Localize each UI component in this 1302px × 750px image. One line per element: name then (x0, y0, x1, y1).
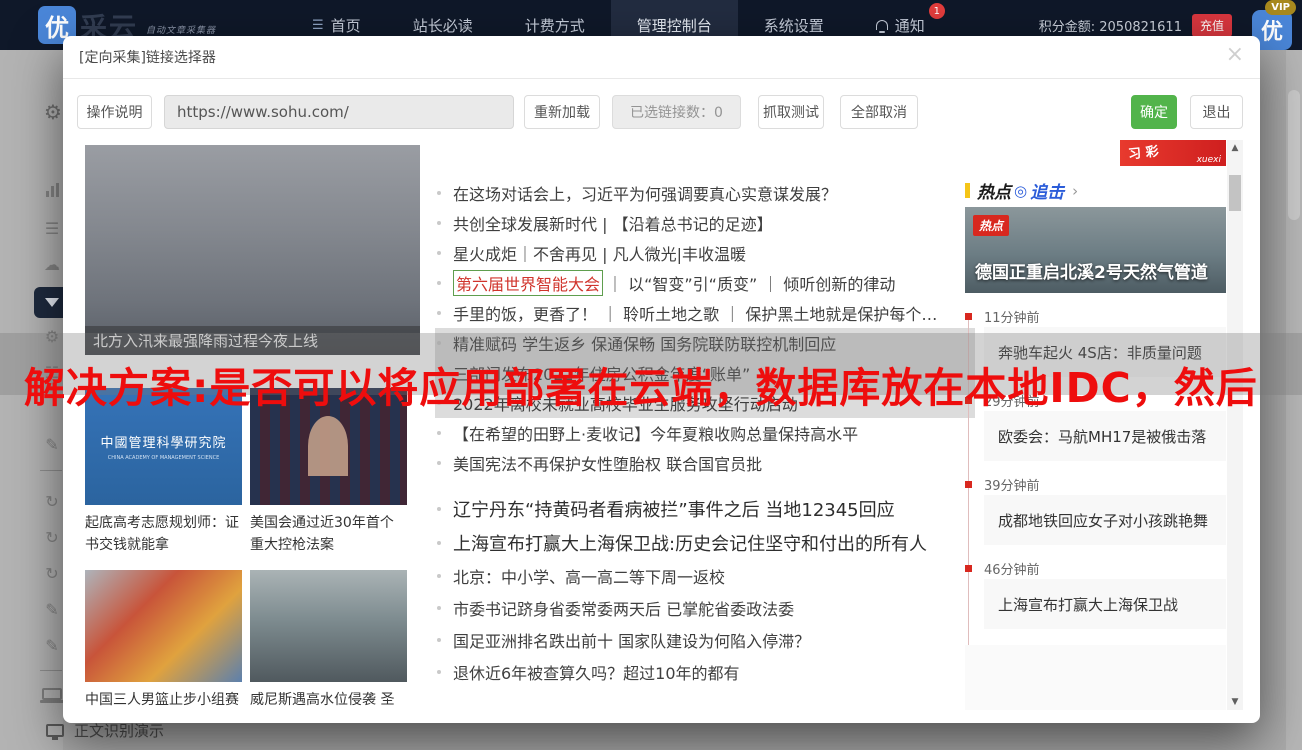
news-link[interactable]: 辽宁丹东“持黄码者看病被拦”事件之后 当地12345回应 (435, 492, 975, 526)
sidebar-item-label: 正文识别演示 (74, 722, 165, 740)
embedded-webpage: 北方入汛来最强降雨过程今夜上线 中國管理科學研究院 CHINA ACADEMY … (63, 140, 1260, 710)
news-link[interactable]: 在这场对话会上，习近平为何强调要真心实意谋发展？ (435, 178, 975, 208)
sidebar-divider (40, 470, 62, 471)
target-icon: ◎ (1014, 181, 1028, 200)
reload-button[interactable]: 重新加载 (524, 95, 600, 129)
refresh-icon[interactable]: ↻ (40, 492, 64, 511)
edit-icon[interactable]: ✎ (40, 636, 64, 655)
bell-icon (875, 20, 888, 33)
edit-icon[interactable]: ✎ (40, 435, 64, 454)
brand-tagline: 自动文章采集器 (146, 25, 217, 36)
help-button[interactable]: 操作说明 (77, 95, 152, 129)
news-link[interactable]: 第六届世界智能大会 ｜ 以“智变”引“质变” ｜ 倾听创新的律动 (435, 268, 975, 298)
list-gap (435, 478, 975, 492)
exit-button[interactable]: 退出 (1190, 95, 1243, 129)
modal-title: [定向采集]链接选择器 (79, 50, 216, 66)
timeline-time: 11分钟前 (965, 305, 1226, 327)
news-link[interactable]: 共创全球发展新时代 | 【沿着总书记的足迹】 (435, 208, 975, 238)
refresh-icon[interactable]: ↻ (40, 528, 64, 547)
thumb-caption[interactable]: 中国三人男篮止步小组赛 (85, 689, 242, 710)
edit-icon[interactable]: ✎ (40, 600, 64, 619)
chart-icon[interactable] (40, 182, 64, 201)
grab-test-button[interactable]: 抓取测试 (758, 95, 824, 129)
news-link[interactable]: 国足亚洲排名跌出前十 国家队建设为何陷入停滞？ (435, 624, 975, 656)
vip-badge: VIP (1265, 0, 1296, 15)
timeline-time: 46分钟前 (965, 557, 1226, 579)
ad-banner[interactable]: 习 彩 xuexi (1120, 140, 1226, 166)
news-thumb[interactable]: 威尼斯遇高水位侵袭 圣 (250, 570, 407, 710)
list-icon[interactable]: ☰ (40, 219, 64, 238)
thumb-photo-venice[interactable] (250, 570, 407, 682)
news-link[interactable]: 星火成炬｜不舍再见 | 凡人微光|丰收温暖 (435, 238, 975, 268)
news-link[interactable]: 上海宣布打赢大上海保卫战:历史会记住坚守和付出的所有人 (435, 526, 975, 560)
thumb-photo-basketball[interactable] (85, 570, 242, 682)
sidebar-item-content-recognition[interactable]: 正文识别演示 (46, 720, 164, 741)
timeline-news-link[interactable]: 上海宣布打赢大上海保卫战 (984, 579, 1226, 629)
thumb-caption[interactable]: 美国会通过近30年首个重大控枪法案 (250, 512, 407, 556)
cancel-all-button[interactable]: 全部取消 (840, 95, 918, 129)
hamburger-icon: ☰ (312, 17, 324, 33)
news-link[interactable]: 美国宪法不再保护女性堕胎权 联合国官员批 (435, 448, 975, 478)
gear-icon[interactable]: ⚙ (44, 100, 62, 124)
chevron-right-icon: › (1072, 181, 1079, 200)
news-thumb[interactable]: 中国三人男篮止步小组赛 (85, 570, 242, 710)
modal-header: [定向采集]链接选择器 × (63, 36, 1260, 79)
red-square-icon (965, 480, 972, 488)
news-link[interactable]: 退休近6年被查算久吗？超过10年的都有 (435, 656, 975, 688)
annotation-text: 解决方案:是否可以将应用部署在云端，数据库放在本地IDC，然后 (24, 364, 1258, 412)
news-link[interactable]: 手里的饭，更香了！ ｜ 聆听土地之歌 ｜ 保护黑土地就是保护每个… (435, 298, 975, 328)
thumb-caption[interactable]: 威尼斯遇高水位侵袭 圣 (250, 689, 407, 710)
news-link[interactable]: 北京：中小学、高一高二等下周一返校 (435, 560, 975, 592)
notification-badge: 1 (928, 3, 945, 19)
hot-topic-caption[interactable]: 德国正重启北溪2号天然气管道 (975, 258, 1208, 283)
recharge-button[interactable]: 充值 (1191, 13, 1232, 37)
right-column-filler (965, 645, 1226, 710)
close-icon[interactable]: × (1226, 44, 1244, 66)
timeline-item: 46分钟前 上海宣布打赢大上海保卫战 (965, 557, 1226, 629)
confirm-button[interactable]: 确定 (1131, 95, 1177, 129)
modal-toolbar: 操作说明 重新加载 已选链接数：0 抓取测试 全部取消 确定 退出 (77, 95, 1243, 129)
scroll-down-icon[interactable]: ▼ (1227, 694, 1243, 710)
timeline-time: 39分钟前 (965, 473, 1226, 495)
sidebar-divider (40, 670, 62, 671)
cloud-upload-icon[interactable]: ☁ (40, 255, 64, 274)
monitor-icon (46, 724, 64, 740)
selected-link-highlight[interactable]: 第六届世界智能大会 (453, 270, 604, 296)
page-scrollbar-thumb[interactable] (1288, 90, 1300, 220)
hot-badge: 热点 (973, 215, 1010, 236)
timeline-item: 39分钟前 成都地铁回应女子对小孩跳艳舞 (965, 473, 1226, 545)
laptop-icon[interactable] (40, 688, 64, 703)
url-input[interactable] (164, 95, 514, 129)
modal-scrollbar-thumb[interactable] (1229, 175, 1241, 211)
news-link-list: 在这场对话会上，习近平为何强调要真心实意谋发展？ 共创全球发展新时代 | 【沿着… (435, 178, 975, 688)
red-square-icon (965, 312, 972, 320)
selected-count-box: 已选链接数：0 (612, 95, 741, 129)
hot-topic-photo[interactable]: 热点 德国正重启北溪2号天然气管道 (965, 207, 1226, 293)
hot-pursuit-header[interactable]: 热点 ◎ 追击 › (965, 178, 1078, 203)
main-news-photo[interactable]: 北方入汛来最强降雨过程今夜上线 (85, 145, 420, 355)
news-link[interactable]: 市委书记跻身省委常委两天后 已掌舵省委政法委 (435, 592, 975, 624)
scroll-up-icon[interactable]: ▲ (1227, 140, 1243, 156)
timeline-news-link[interactable]: 欧委会：马航MH17是被俄击落 (984, 411, 1226, 461)
timeline-news-link[interactable]: 成都地铁回应女子对小孩跳艳舞 (984, 495, 1226, 545)
news-link[interactable]: 【在希望的田野上·麦收记】今年夏粮收购总量保持高水平 (435, 418, 975, 448)
yellow-bar (965, 183, 970, 198)
red-square-icon (965, 564, 972, 572)
points-balance: 积分金额: 2050821611 (1038, 19, 1182, 35)
modal-scrollbar[interactable]: ▲ ▼ (1227, 140, 1243, 710)
thumb-caption[interactable]: 起底高考志愿规划师：证书交钱就能拿 (85, 512, 242, 556)
refresh-icon[interactable]: ↻ (40, 564, 64, 583)
